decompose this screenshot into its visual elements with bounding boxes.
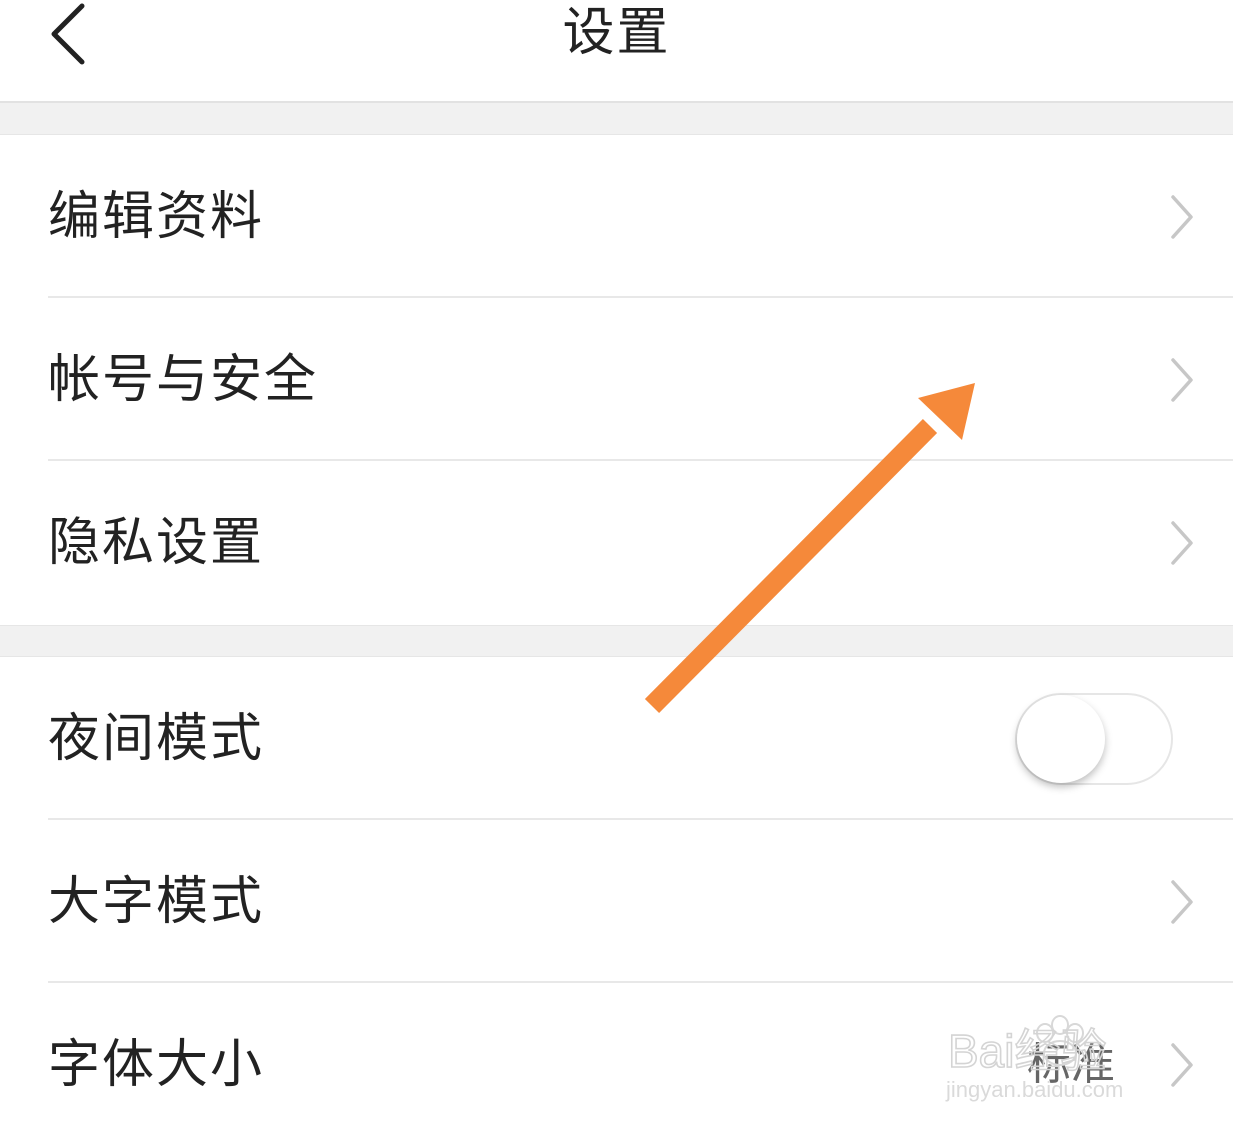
chevron-right-icon — [1171, 194, 1193, 239]
section-separator — [0, 625, 1233, 657]
settings-item-label: 隐私设置 — [48, 512, 265, 573]
section-separator — [0, 103, 1233, 135]
toggle-knob — [1017, 694, 1105, 783]
settings-item-label: 帐号与安全 — [48, 349, 319, 410]
settings-item-edit-profile[interactable]: 编辑资料 — [0, 135, 1233, 298]
settings-item-font-size[interactable]: 字体大小 标准 — [0, 983, 1233, 1132]
settings-item-label: 夜间模式 — [48, 708, 265, 769]
navigation-bar: 设置 — [0, 0, 1233, 103]
settings-item-large-text-mode[interactable]: 大字模式 — [0, 820, 1233, 983]
font-size-value: 标准 — [1027, 1038, 1115, 1090]
page-title: 设置 — [562, 3, 671, 63]
settings-item-label: 大字模式 — [48, 871, 265, 932]
settings-item-account-security[interactable]: 帐号与安全 — [0, 298, 1233, 461]
chevron-right-icon — [1171, 879, 1193, 924]
settings-item-label: 字体大小 — [48, 1034, 265, 1095]
night-mode-toggle[interactable] — [1015, 692, 1173, 785]
settings-item-privacy[interactable]: 隐私设置 — [0, 461, 1233, 624]
settings-item-label: 编辑资料 — [48, 186, 265, 247]
chevron-right-icon — [1171, 1042, 1193, 1087]
chevron-right-icon — [1171, 520, 1193, 565]
settings-screen: 设置 编辑资料 帐号与安全 隐私设置 夜间模式 大字模式 字体大小 标准 Bai… — [0, 0, 1233, 1132]
settings-item-night-mode: 夜间模式 — [0, 657, 1233, 820]
chevron-right-icon — [1171, 357, 1193, 402]
